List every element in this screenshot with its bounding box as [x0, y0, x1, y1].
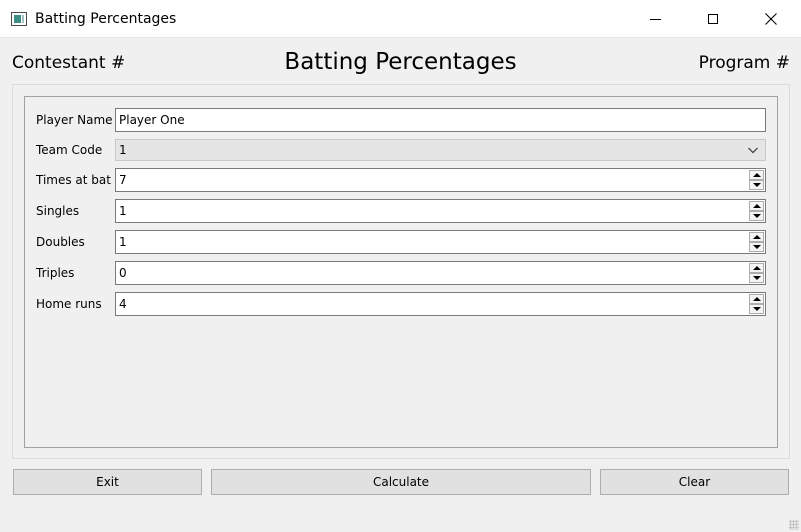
singles-label: Singles [36, 204, 80, 218]
player-name-input[interactable] [115, 108, 766, 132]
window-title: Batting Percentages [35, 11, 177, 27]
close-icon [765, 13, 777, 25]
singles-value: 1 [119, 204, 127, 218]
singles-spinbox[interactable]: 1 [115, 199, 766, 223]
home-runs-increment-button[interactable] [749, 294, 764, 304]
page-title: Batting Percentages [284, 49, 517, 75]
triples-value: 0 [119, 266, 127, 280]
times-at-bat-spinbox[interactable]: 7 [115, 168, 766, 192]
minimize-icon [649, 18, 661, 20]
arrow-up-icon [752, 266, 761, 270]
maximize-button[interactable] [684, 0, 742, 38]
app-window-icon [11, 12, 27, 26]
doubles-spinbox[interactable]: 1 [115, 230, 766, 254]
arrow-down-icon [752, 307, 761, 311]
title-bar: Batting Percentages [0, 0, 801, 38]
program-label: Program # [698, 53, 790, 73]
doubles-label: Doubles [36, 235, 85, 249]
times-at-bat-increment-button[interactable] [749, 170, 764, 180]
times-at-bat-label: Times at bat [36, 173, 111, 187]
arrow-down-icon [752, 183, 761, 187]
times-at-bat-decrement-button[interactable] [749, 180, 764, 190]
doubles-value: 1 [119, 235, 127, 249]
calculate-button[interactable]: Calculate [211, 469, 591, 495]
doubles-increment-button[interactable] [749, 232, 764, 242]
home-runs-decrement-button[interactable] [749, 304, 764, 314]
home-runs-value: 4 [119, 297, 127, 311]
clear-button[interactable]: Clear [600, 469, 789, 495]
home-runs-spinbox[interactable]: 4 [115, 292, 766, 316]
minimize-button[interactable] [626, 0, 684, 38]
close-button[interactable] [742, 0, 800, 38]
arrow-down-icon [752, 276, 761, 280]
arrow-up-icon [752, 297, 761, 301]
home-runs-label: Home runs [36, 297, 102, 311]
chevron-down-icon [748, 147, 758, 154]
arrow-up-icon [752, 204, 761, 208]
team-code-select[interactable]: 1 [115, 139, 766, 161]
triples-label: Triples [36, 266, 75, 280]
singles-decrement-button[interactable] [749, 211, 764, 221]
player-name-label: Player Name [36, 113, 113, 127]
triples-increment-button[interactable] [749, 263, 764, 273]
doubles-decrement-button[interactable] [749, 242, 764, 252]
exit-button[interactable]: Exit [13, 469, 202, 495]
triples-spinbox[interactable]: 0 [115, 261, 766, 285]
team-code-value: 1 [119, 143, 127, 157]
maximize-icon [708, 14, 718, 24]
times-at-bat-value: 7 [119, 173, 127, 187]
arrow-up-icon [752, 173, 761, 177]
arrow-down-icon [752, 214, 761, 218]
arrow-down-icon [752, 245, 761, 249]
arrow-up-icon [752, 235, 761, 239]
triples-decrement-button[interactable] [749, 273, 764, 283]
resize-grip[interactable] [789, 520, 799, 530]
team-code-label: Team Code [36, 143, 103, 157]
singles-increment-button[interactable] [749, 201, 764, 211]
